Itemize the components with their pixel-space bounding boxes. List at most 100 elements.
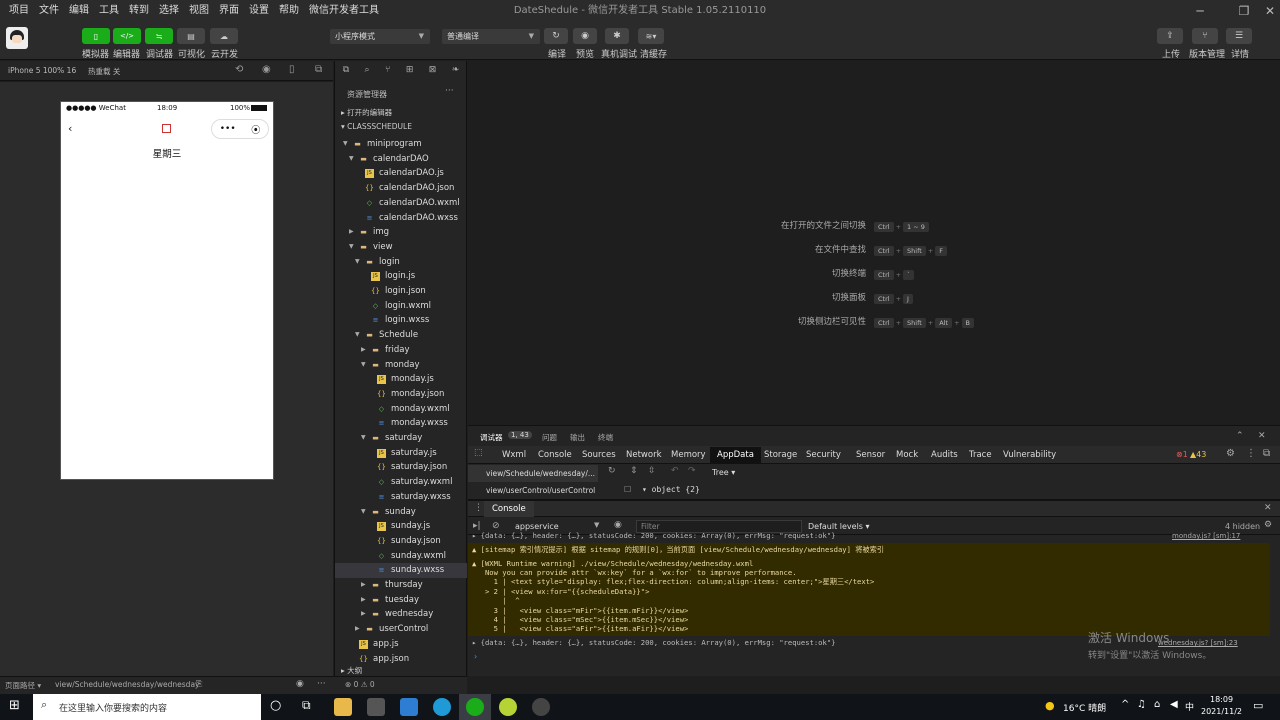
devtools-tab-console[interactable]: Console (538, 450, 572, 460)
appdata-page-item[interactable]: view/userControl/userControl (468, 482, 598, 499)
eye-icon[interactable]: ◉ (296, 679, 304, 689)
error-count[interactable]: ⊗1 (1176, 450, 1188, 459)
devtools-tab-sources[interactable]: Sources (582, 450, 616, 460)
chevron-down-icon[interactable]: ▼ (355, 255, 360, 270)
chevron-down-icon[interactable]: ▼ (361, 358, 366, 373)
close-icon[interactable]: ✕ (1258, 431, 1266, 441)
close-icon[interactable]: ✕ (1264, 503, 1272, 513)
tree-item[interactable]: ▶ ▬ img (335, 225, 467, 240)
chevron-right-icon[interactable]: ▶ (361, 607, 366, 622)
cloud-button[interactable]: ☁ (210, 28, 238, 44)
tree-item[interactable]: ◇ calendarDAO.wxml (335, 196, 467, 211)
panel-tab[interactable]: 调试器 (480, 432, 503, 443)
minimize-icon[interactable]: ─ (1184, 0, 1216, 22)
compile-button[interactable]: ↻ (544, 28, 568, 44)
more-icon[interactable]: ··· (317, 679, 326, 689)
clock-date[interactable]: 2021/11/2 (1201, 707, 1242, 716)
chevron-right-icon[interactable]: ▶ (355, 622, 360, 637)
edge-icon[interactable] (433, 698, 451, 716)
console-line[interactable]: > 2 | <view wx:for="{{scheduleData}}"> (472, 587, 649, 596)
tree-item[interactable]: ◇ saturday.wxml (335, 475, 467, 490)
devtools-tab-security[interactable]: Security (806, 450, 841, 460)
menu-item[interactable]: 视图 (184, 0, 214, 22)
chevron-down-icon[interactable]: ▼ (594, 521, 599, 529)
window-icon[interactable]: ⧉ (315, 64, 322, 75)
console-line[interactable]: | ^ (472, 596, 519, 605)
chevron-down-icon[interactable]: ▼ (361, 431, 366, 446)
tree-item[interactable]: ≡ monday.wxss (335, 416, 467, 431)
console-prompt[interactable]: › (474, 652, 477, 661)
appdata-page-item[interactable]: view/Schedule/wednesday/... (468, 465, 598, 482)
chevron-right-icon[interactable]: ▶ (361, 593, 366, 608)
rotate-icon[interactable]: ⟲ (235, 64, 243, 75)
tree-item[interactable]: ▶ ▬ wednesday (335, 607, 467, 622)
tree-item[interactable]: ▼ ▬ view (335, 240, 467, 255)
menu-item[interactable]: 编辑 (64, 0, 94, 22)
tree-item[interactable]: ▼ ▬ saturday (335, 431, 467, 446)
tree-item[interactable]: ▶ ▬ friday (335, 343, 467, 358)
chevron-down-icon[interactable]: ▼ (355, 328, 360, 343)
warning-count[interactable]: ▲43 (1190, 450, 1206, 459)
tree-item[interactable]: {} login.json (335, 284, 467, 299)
chevron-right-icon[interactable]: ▶ (361, 578, 366, 593)
context-select[interactable]: appservice (515, 522, 559, 531)
ime-indicator[interactable]: 中 (1185, 700, 1194, 713)
device-debug-button[interactable]: ✱ (605, 28, 629, 44)
menu-item[interactable]: 选择 (154, 0, 184, 22)
chevron-up-icon[interactable]: ⌃ (1236, 431, 1244, 441)
clear-icon[interactable]: ⊘ (492, 521, 500, 531)
tree-item[interactable]: JS sunday.js (335, 519, 467, 534)
windows-start-icon[interactable]: ⊞ (9, 698, 20, 713)
source-link[interactable]: monday.js? [sm]:17 (1172, 532, 1240, 540)
task-view-icon[interactable]: ⧉ (302, 698, 311, 713)
clock-time[interactable]: 18:09 (1210, 695, 1233, 704)
panel-tab[interactable]: 问题 (542, 432, 557, 443)
refresh-icon[interactable]: ↻ (608, 466, 616, 476)
tree-item[interactable]: ◇ monday.wxml (335, 402, 467, 417)
menu-item[interactable]: 文件 (34, 0, 64, 22)
devtools-tab-audits[interactable]: Audits (931, 450, 958, 460)
debugger-toggle-button[interactable]: ≒ (145, 28, 173, 44)
avatar[interactable] (6, 27, 28, 49)
tree-item[interactable]: {} calendarDAO.json (335, 181, 467, 196)
sidebar-icon[interactable]: ▸| (473, 521, 481, 531)
tree-item[interactable]: {} monday.json (335, 387, 467, 402)
devtools-tab-trace[interactable]: Trace (969, 450, 992, 460)
obs-icon[interactable] (532, 698, 550, 716)
more-icon[interactable]: ··· (445, 86, 454, 96)
kebab-icon[interactable]: ⋮ (1246, 448, 1256, 459)
gear-icon[interactable]: ⚙ (1264, 520, 1272, 530)
tree-item[interactable]: {} saturday.json (335, 460, 467, 475)
console-line[interactable]: ▸ {data: {…}, header: {…}, statusCode: 2… (472, 638, 836, 647)
chevron-right-icon[interactable]: ▶ (349, 225, 354, 240)
simulator-toggle-button[interactable]: ▯ (82, 28, 110, 44)
network-icon[interactable]: ⌂ (1154, 699, 1160, 710)
record-icon[interactable]: ◉ (262, 64, 271, 75)
back-icon[interactable]: ‹ (68, 122, 72, 135)
page-path-label[interactable]: 页面路径 ▾ (5, 680, 41, 691)
collapse-icon[interactable]: ⇳ (648, 466, 656, 476)
debug-icon[interactable]: ⊠ (429, 65, 437, 75)
mail-icon[interactable] (400, 698, 418, 716)
chevron-down-icon[interactable]: ▼ (361, 505, 366, 520)
upload-button[interactable]: ⇪ (1157, 28, 1183, 44)
tree-item[interactable]: JS saturday.js (335, 446, 467, 461)
devtools-tab-mock[interactable]: Mock (896, 450, 918, 460)
outline-section[interactable]: ▸ 大纲 (341, 665, 362, 676)
panel-tab[interactable]: 输出 (570, 432, 585, 443)
compile-select[interactable]: 普通编译 ▼ (442, 29, 540, 44)
search-icon[interactable]: ⌕ (365, 65, 370, 75)
chevron-down-icon[interactable]: ▼ (343, 137, 348, 152)
kebab-icon[interactable]: ⋮ (474, 503, 483, 513)
tree-item[interactable]: JS calendarDAO.js (335, 166, 467, 181)
visual-toggle-button[interactable]: ▤ (177, 28, 205, 44)
gear-icon[interactable]: ⚙ (1226, 448, 1235, 459)
console-line[interactable]: 5 | <view class="aFir">{{item.aFir}}</vi… (472, 624, 689, 633)
volume-icon[interactable]: ◀ (1170, 699, 1178, 710)
project-section[interactable]: ▾ CLASSSCHEDULE (341, 122, 412, 131)
checkbox-icon[interactable]: ☐ (624, 485, 631, 494)
bird-icon[interactable]: ❧ (452, 65, 460, 75)
source-link[interactable]: wednesday.js? [sm]:23 (1158, 639, 1238, 647)
console-line[interactable]: Now you can provide attr `wx:key` for a … (472, 568, 797, 577)
tree-item[interactable]: JS monday.js (335, 372, 467, 387)
